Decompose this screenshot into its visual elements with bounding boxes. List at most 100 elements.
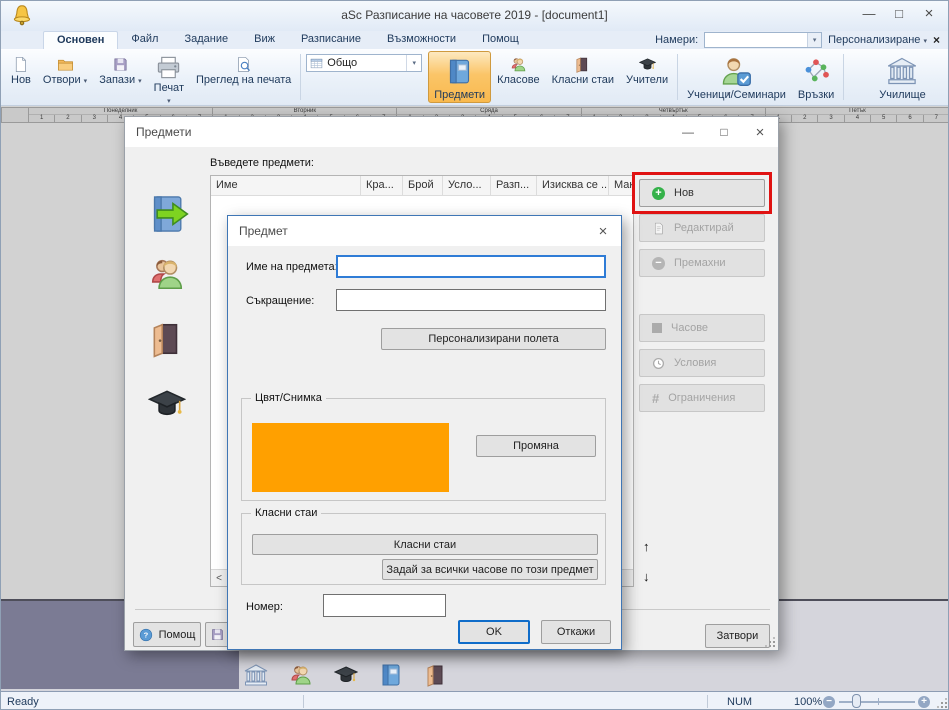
- ribbon-close-icon[interactable]: ×: [933, 33, 940, 47]
- column-count[interactable]: Брой: [403, 176, 443, 195]
- ribbon-separator: [843, 54, 844, 100]
- subject-edit-button[interactable]: Редактирай: [639, 214, 765, 242]
- zoom-in-icon[interactable]: +: [918, 696, 930, 708]
- chevron-down-icon: [84, 74, 88, 86]
- classrooms-button[interactable]: Класни стаи: [252, 534, 598, 555]
- dialog-minimize-button[interactable]: —: [670, 118, 706, 146]
- change-color-button[interactable]: Промяна: [476, 435, 596, 457]
- links-network-icon: [801, 54, 831, 88]
- ribbon-school-button[interactable]: Училище: [873, 51, 931, 103]
- resize-grip[interactable]: [765, 637, 775, 647]
- tab-options[interactable]: Възможности: [374, 31, 469, 49]
- grid-period-cell: 6: [897, 115, 923, 123]
- print-button[interactable]: Печат: [148, 51, 190, 103]
- subject-name-input[interactable]: [336, 255, 606, 278]
- view-selector-combobox[interactable]: Общо ▾: [306, 54, 422, 72]
- sidebar-subjects-icon[interactable]: [148, 193, 190, 235]
- grid-day-monday: Понеделник: [29, 108, 213, 115]
- tab-help[interactable]: Помощ: [469, 31, 532, 49]
- status-ready-label: Ready: [7, 696, 39, 708]
- new-document-button[interactable]: Нов: [5, 51, 37, 103]
- column-abbr[interactable]: Кра...: [361, 176, 403, 195]
- sidebar-teachers-icon[interactable]: [148, 385, 186, 423]
- dialog-close-icon[interactable]: ×: [742, 118, 778, 146]
- classrooms-door-icon: [574, 55, 591, 73]
- ribbon-subjects-button[interactable]: Предмети: [428, 51, 491, 103]
- teachers-cap-icon[interactable]: [334, 663, 358, 687]
- ok-button[interactable]: OK: [458, 620, 530, 644]
- subject-lessons-button[interactable]: Часове: [639, 314, 765, 342]
- zoom-slider-track[interactable]: [839, 701, 915, 703]
- num-lock-indicator: NUM: [727, 696, 752, 708]
- classrooms-group-label: Класни стаи: [251, 507, 321, 519]
- classrooms-door-icon[interactable]: [424, 663, 448, 687]
- chevron-down-icon[interactable]: ▾: [807, 33, 821, 47]
- ribbon-teachers-button[interactable]: Учители: [620, 51, 674, 103]
- find-label: Намери:: [655, 34, 698, 46]
- window-resize-grip[interactable]: [937, 698, 947, 708]
- subject-remove-button[interactable]: − Премахни: [639, 249, 765, 277]
- subjects-book-icon[interactable]: [379, 663, 403, 687]
- subject-dialog-title: Предмет: [239, 224, 288, 238]
- ribbon-classrooms-button[interactable]: Класни стаи: [546, 51, 620, 103]
- custom-fields-button[interactable]: Персонализирани полета: [381, 328, 606, 350]
- subject-color-swatch[interactable]: [252, 423, 449, 492]
- tab-view[interactable]: Виж: [241, 31, 288, 49]
- school-building-icon[interactable]: [244, 663, 268, 687]
- personalize-menu[interactable]: Персонализиране: [828, 34, 927, 46]
- open-folder-icon: [57, 55, 74, 73]
- subject-abbr-input[interactable]: [336, 289, 606, 311]
- print-preview-button[interactable]: Преглед на печата: [190, 51, 297, 103]
- column-name[interactable]: Име: [211, 176, 361, 195]
- ribbon-links-button[interactable]: Връзки: [792, 51, 840, 103]
- close-dialog-button[interactable]: Затвори: [705, 624, 770, 648]
- help-button[interactable]: Помощ: [133, 622, 201, 647]
- dialog-maximize-button[interactable]: □: [706, 118, 742, 146]
- maximize-button[interactable]: □: [884, 1, 914, 25]
- grid-day-friday: Петък: [766, 108, 949, 115]
- move-down-arrow[interactable]: ↓: [643, 569, 650, 584]
- column-distribution[interactable]: Разп...: [491, 176, 537, 195]
- subjects-dialog: Предмети — □ × Въведете предмети: Име Кр…: [124, 116, 779, 651]
- zoom-out-icon[interactable]: −: [823, 696, 835, 708]
- ribbon-classes-button[interactable]: Класове: [491, 51, 546, 103]
- window-title: aSc Разписание на часовете 2019 - [docum…: [1, 8, 948, 22]
- apply-all-lessons-button[interactable]: Задай за всички часове по този предмет: [382, 559, 598, 580]
- scroll-left-arrow-icon[interactable]: <: [211, 570, 228, 586]
- find-input[interactable]: ▾: [704, 32, 822, 48]
- tab-home[interactable]: Основен: [43, 31, 118, 49]
- grid-day-header: Понеделник Вторник Сряда Четвъртък Петък: [29, 107, 949, 115]
- new-document-icon: [12, 55, 29, 73]
- tab-file[interactable]: Файл: [118, 31, 171, 49]
- grid-period-cell: 1: [29, 115, 55, 123]
- move-up-arrow[interactable]: ↑: [643, 539, 650, 554]
- subject-constraints-button[interactable]: # Ограничения: [639, 384, 765, 412]
- subject-dialog-titlebar: Предмет ×: [228, 216, 621, 246]
- color-picture-group-label: Цвят/Снимка: [251, 392, 326, 404]
- minimize-button[interactable]: —: [854, 1, 884, 25]
- open-button[interactable]: Отвори: [37, 51, 93, 103]
- panel-shortcut-icons: [244, 663, 448, 687]
- classes-people-icon: [510, 55, 527, 73]
- cancel-button[interactable]: Откажи: [541, 620, 611, 644]
- chevron-down-icon[interactable]: ▾: [406, 55, 421, 71]
- close-button[interactable]: ×: [914, 1, 944, 25]
- ribbon-students-button[interactable]: Ученици/Семинари: [681, 51, 792, 103]
- sidebar-classrooms-icon[interactable]: [148, 320, 186, 358]
- grid-day-thursday: Четвъртък: [582, 108, 766, 115]
- zoom-slider-thumb[interactable]: [852, 694, 861, 708]
- save-button[interactable]: Запази: [93, 51, 147, 103]
- classes-people-icon[interactable]: [289, 663, 313, 687]
- subject-conditions-button[interactable]: Условия: [639, 349, 765, 377]
- tab-assignment[interactable]: Задание: [171, 31, 241, 49]
- column-conditions[interactable]: Усло...: [443, 176, 491, 195]
- column-requires[interactable]: Изисква се ...: [537, 176, 609, 195]
- subject-number-input[interactable]: [323, 594, 446, 617]
- subject-dialog: Предмет × Име на предмета: Съкращение: П…: [227, 215, 622, 650]
- column-max[interactable]: Макс.: [609, 176, 634, 195]
- sidebar-classes-icon[interactable]: [148, 255, 186, 293]
- tab-timetable[interactable]: Разписание: [288, 31, 374, 49]
- ribbon-overflow-chevron-icon[interactable]: [727, 89, 731, 98]
- subject-dialog-close-icon[interactable]: ×: [585, 217, 621, 245]
- subjects-book-icon: [446, 54, 473, 88]
